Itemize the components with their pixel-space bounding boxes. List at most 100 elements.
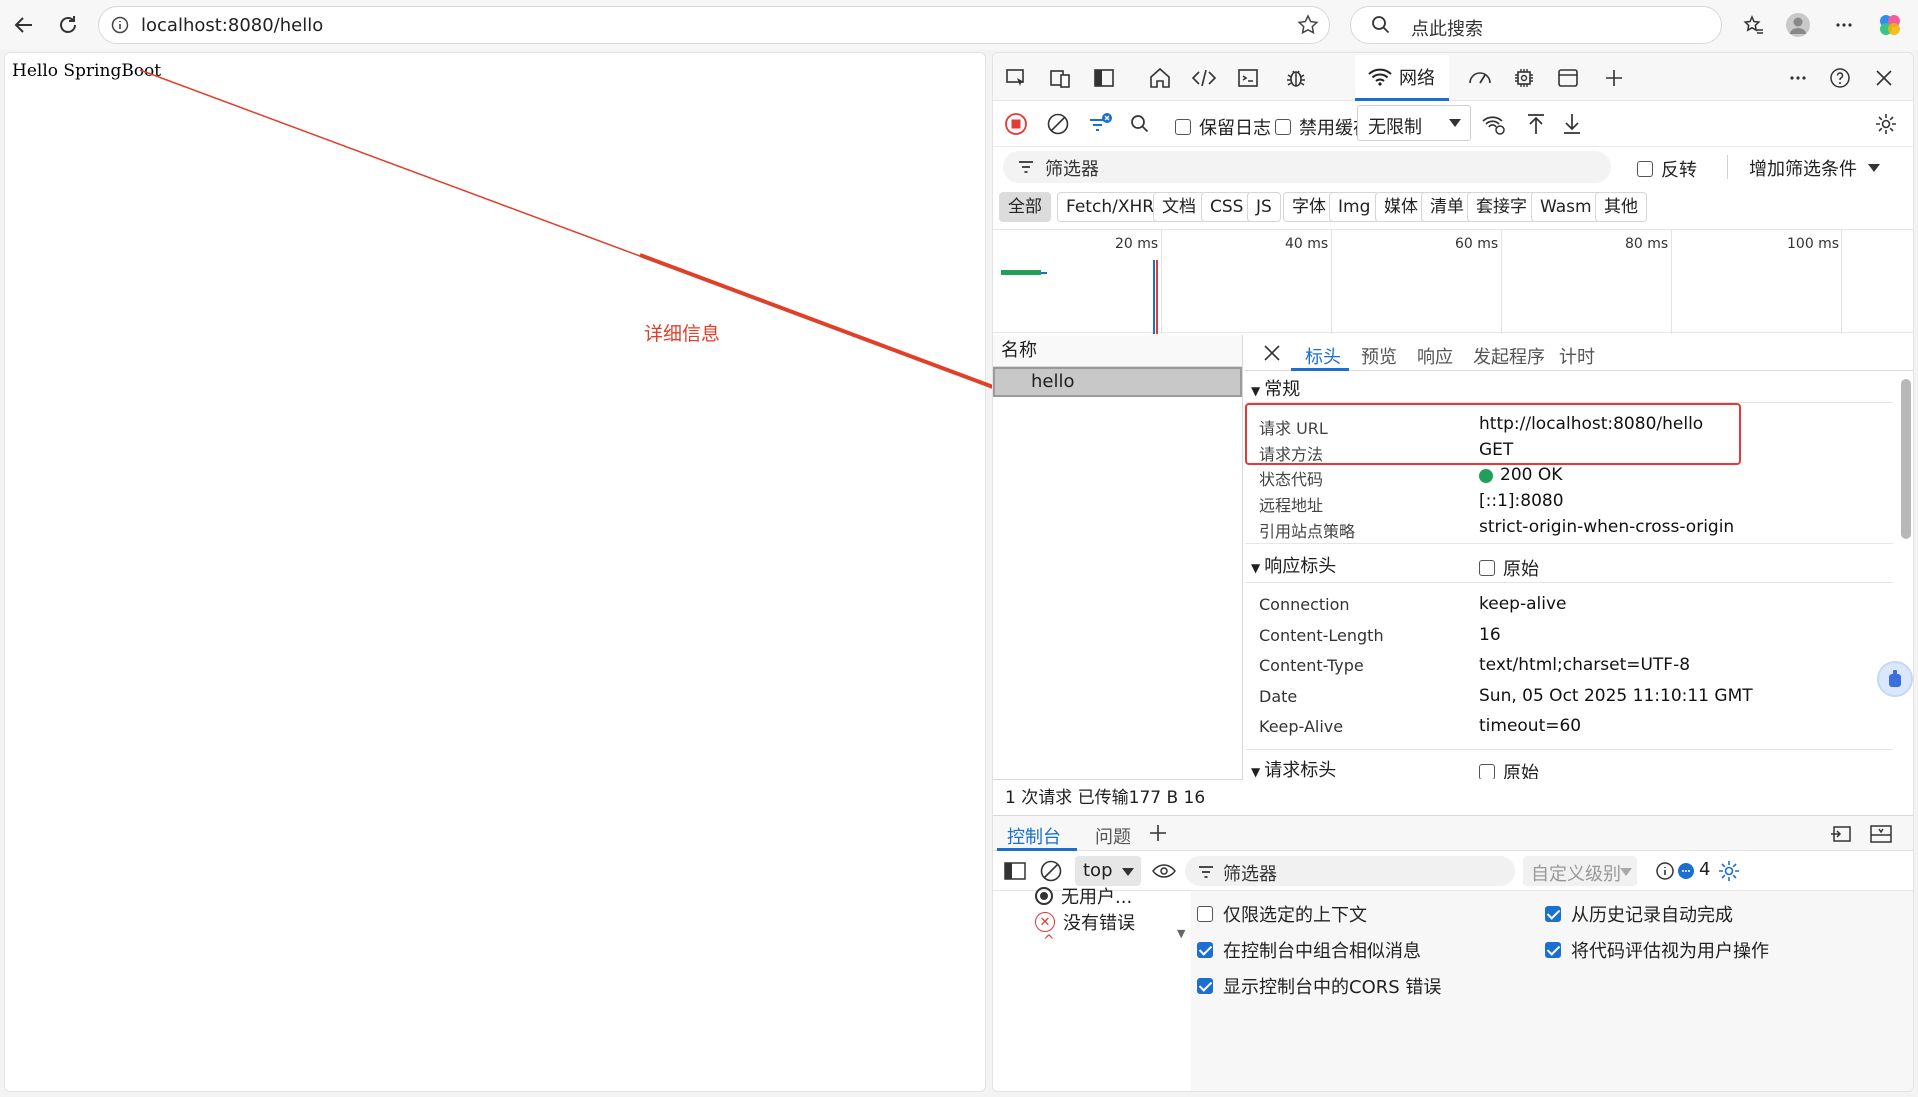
request-row-hello[interactable]: hello <box>993 367 1242 397</box>
console-sidebar-toggle-icon[interactable] <box>1003 860 1027 882</box>
add-tool-icon[interactable] <box>1597 61 1631 95</box>
issue-count[interactable]: 4 <box>1699 859 1710 880</box>
clear-icon[interactable] <box>1041 107 1075 141</box>
type-filter-media[interactable]: 媒体 <box>1375 192 1427 222</box>
disable-cache-checkbox[interactable] <box>1275 119 1291 135</box>
option-selected-context-only[interactable]: 仅限选定的上下文 <box>1197 901 1367 927</box>
filter-toggle-icon[interactable] <box>1083 107 1117 141</box>
eval-user-gesture-checkbox[interactable] <box>1545 942 1561 958</box>
general-value-request-url[interactable]: http://localhost:8080/hello <box>1479 414 1703 434</box>
add-drawer-tab-icon[interactable] <box>1147 822 1169 844</box>
network-conditions-icon[interactable] <box>1477 107 1511 141</box>
tab-response[interactable]: 响应 <box>1417 343 1453 369</box>
export-har-icon[interactable] <box>1555 107 1589 141</box>
request-raw-option[interactable]: 原始 <box>1479 759 1539 779</box>
performance-gauge-icon[interactable] <box>1463 61 1497 95</box>
response-raw-checkbox[interactable] <box>1479 560 1495 576</box>
request-details-pane: 标头 预览 响应 发起程序 计时 ▼ 常规 请求 URL http://local… <box>1245 335 1913 779</box>
cors-errors-checkbox[interactable] <box>1197 978 1213 994</box>
close-details-icon[interactable] <box>1263 344 1281 362</box>
floating-assistant-button[interactable] <box>1877 661 1913 697</box>
add-filter-button[interactable]: 增加筛选条件 <box>1749 155 1881 181</box>
devtools-more-icon[interactable] <box>1781 61 1815 95</box>
details-scrollbar[interactable] <box>1901 379 1911 539</box>
general-section-header[interactable]: ▼ 常规 <box>1245 375 1893 403</box>
preserve-log-option[interactable]: 保留日志 <box>1175 114 1271 140</box>
tab-preview[interactable]: 预览 <box>1361 343 1397 369</box>
response-raw-option[interactable]: 原始 <box>1479 555 1539 581</box>
console-settings-gear-icon[interactable] <box>1717 859 1741 883</box>
record-stop-icon[interactable] <box>999 107 1033 141</box>
console-sidebar-item-errors[interactable]: ✕ 没有错误 <box>1035 909 1135 935</box>
response-value-date[interactable]: Sun, 05 Oct 2025 11:10:11 GMT <box>1479 686 1753 706</box>
drawer-dock-icon[interactable] <box>1869 823 1893 845</box>
general-value-request-method[interactable]: GET <box>1479 440 1513 460</box>
column-name-header[interactable]: 名称 <box>993 335 1242 367</box>
dock-side-icon[interactable] <box>1087 61 1121 95</box>
application-icon[interactable] <box>1551 61 1585 95</box>
type-filter-img[interactable]: Img <box>1329 192 1380 222</box>
general-value-status-code[interactable]: 200 OK <box>1500 465 1562 485</box>
option-autocomplete-history[interactable]: 从历史记录自动完成 <box>1545 901 1733 927</box>
context-select[interactable]: top <box>1075 856 1141 886</box>
type-filter-fetch-xhr[interactable]: Fetch/XHR <box>1057 192 1164 222</box>
response-value-content-length[interactable]: 16 <box>1479 625 1501 645</box>
debugger-bug-icon[interactable] <box>1279 61 1313 95</box>
memory-chip-icon[interactable] <box>1507 61 1541 95</box>
help-icon[interactable] <box>1823 61 1857 95</box>
undock-drawer-icon[interactable] <box>1829 823 1853 845</box>
scroll-down-icon[interactable]: ▼ <box>1177 927 1185 940</box>
live-expression-eye-icon[interactable] <box>1151 860 1177 882</box>
clear-console-icon[interactable] <box>1039 859 1063 883</box>
chevron-down-icon <box>1868 164 1880 172</box>
option-group-similar[interactable]: 在控制台中组合相似消息 <box>1197 937 1421 963</box>
annotation-label: 详细信息 <box>644 323 721 345</box>
option-show-cors-errors[interactable]: 显示控制台中的CORS 错误 <box>1197 973 1441 999</box>
preserve-log-checkbox[interactable] <box>1175 119 1191 135</box>
type-filter-socket[interactable]: 套接字 <box>1467 192 1536 222</box>
type-filter-all[interactable]: 全部 <box>999 192 1051 222</box>
type-filter-manifest[interactable]: 清单 <box>1421 192 1473 222</box>
throttle-select[interactable]: 无限制 <box>1357 105 1471 141</box>
console-sidebar-item-user[interactable]: 无用户... <box>1035 883 1132 909</box>
invert-checkbox[interactable] <box>1637 161 1653 177</box>
selected-context-checkbox[interactable] <box>1197 906 1213 922</box>
console-icon[interactable] <box>1231 61 1265 95</box>
response-value-keep-alive[interactable]: timeout=60 <box>1479 716 1581 736</box>
autocomplete-checkbox[interactable] <box>1545 906 1561 922</box>
drawer-tab-issues[interactable]: 问题 <box>1095 823 1131 849</box>
tab-timing[interactable]: 计时 <box>1559 343 1595 369</box>
general-value-referrer-policy[interactable]: strict-origin-when-cross-origin <box>1479 517 1734 537</box>
console-filter-input[interactable]: 筛选器 <box>1185 856 1515 886</box>
device-emulation-icon[interactable] <box>1043 61 1077 95</box>
request-headers-section-header[interactable]: ▼ 请求标头 原始 <box>1245 749 1893 779</box>
drawer-tab-console[interactable]: 控制台 <box>1007 823 1061 849</box>
group-similar-checkbox[interactable] <box>1197 942 1213 958</box>
network-filter-input[interactable]: 筛选器 <box>1003 151 1611 183</box>
import-har-icon[interactable] <box>1519 107 1553 141</box>
option-eval-user-gesture[interactable]: 将代码评估视为用户操作 <box>1545 937 1769 963</box>
tab-network[interactable]: 网络 <box>1355 55 1449 101</box>
network-timeline-overview[interactable]: 20 ms 40 ms 60 ms 80 ms 100 ms <box>993 229 1913 334</box>
invert-option[interactable]: 反转 <box>1637 156 1697 182</box>
search-requests-icon[interactable] <box>1123 107 1157 141</box>
response-value-content-type[interactable]: text/html;charset=UTF-8 <box>1479 655 1690 675</box>
elements-icon[interactable] <box>1187 61 1221 95</box>
inspect-element-icon[interactable] <box>999 61 1033 95</box>
type-filter-other[interactable]: 其他 <box>1595 192 1647 222</box>
general-value-remote-address[interactable]: [::1]:8080 <box>1479 491 1564 511</box>
response-value-connection[interactable]: keep-alive <box>1479 594 1566 614</box>
log-levels-select[interactable]: 自定义级别 <box>1523 856 1637 886</box>
type-filter-js[interactable]: JS <box>1247 192 1281 222</box>
tab-headers[interactable]: 标头 <box>1305 343 1341 369</box>
network-settings-gear-icon[interactable] <box>1869 107 1903 141</box>
type-filter-wasm[interactable]: Wasm <box>1531 192 1601 222</box>
welcome-home-icon[interactable] <box>1143 61 1177 95</box>
request-raw-checkbox[interactable] <box>1479 764 1495 779</box>
type-filter-doc[interactable]: 文档 <box>1153 192 1205 222</box>
type-filter-css[interactable]: CSS <box>1201 192 1253 222</box>
close-devtools-icon[interactable] <box>1867 61 1901 95</box>
type-filter-font[interactable]: 字体 <box>1283 192 1335 222</box>
response-headers-section-header[interactable]: ▼ 响应标头 原始 <box>1245 543 1893 583</box>
tab-initiator[interactable]: 发起程序 <box>1473 343 1545 369</box>
